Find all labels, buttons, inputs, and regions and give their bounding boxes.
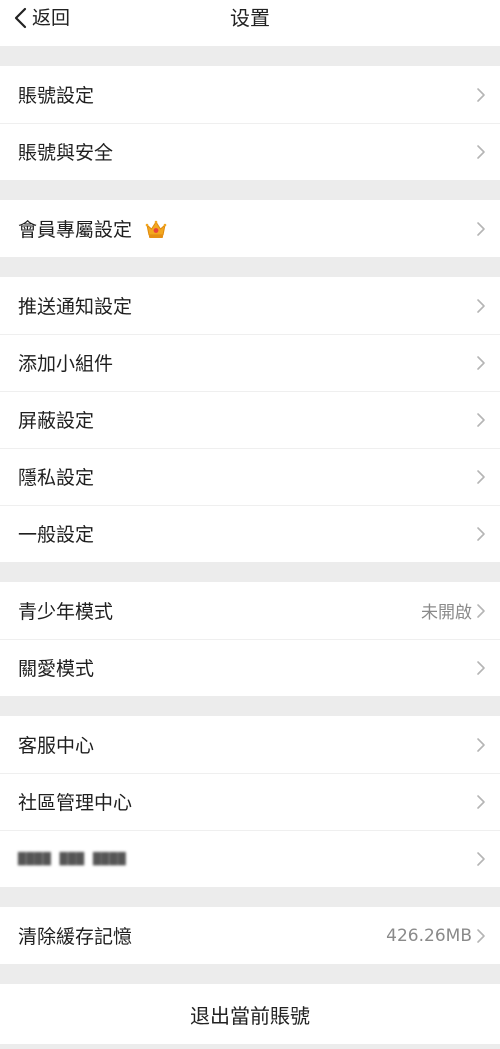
settings-item-general-settings[interactable]: 一般設定 [0,505,500,562]
settings-item-label: 客服中心 [18,735,95,757]
chevron-right-icon [476,851,486,867]
chevron-right-icon [476,144,486,160]
top-bar: 返回 设置 [0,0,500,46]
settings-item-privacy-settings[interactable]: 隱私設定 [0,448,500,505]
chevron-right-icon [476,737,486,753]
chevron-left-icon [12,6,30,30]
section-gap [0,887,500,907]
settings-group-general: 推送通知設定 添加小組件 屏蔽設定 隱私設定 一般設定 [0,277,500,562]
logout-button[interactable]: 退出當前賬號 [0,984,500,1044]
teen-mode-status: 未開啟 [421,603,472,623]
settings-item-community-management[interactable]: 社區管理中心 [0,773,500,830]
settings-group-support: 客服中心 社區管理中心 ▇▇▇▇ ▇▇▇ ▇▇▇▇ [0,716,500,887]
settings-item-care-mode[interactable]: 關愛模式 [0,639,500,696]
chevron-right-icon [476,928,486,944]
settings-item-label: 關愛模式 [18,658,95,680]
settings-group-membership: 會員專屬設定 [0,200,500,257]
settings-item-clear-cache[interactable]: 清除緩存記憶 426.26MB [0,907,500,964]
settings-item-account-security[interactable]: 賬號與安全 [0,123,500,180]
settings-item-account-settings[interactable]: 賬號設定 [0,66,500,123]
settings-item-label: 賬號與安全 [18,142,114,164]
settings-group-cache: 清除緩存記憶 426.26MB [0,907,500,964]
settings-item-add-widget[interactable]: 添加小組件 [0,334,500,391]
chevron-right-icon [476,221,486,237]
settings-item-label: 賬號設定 [18,85,95,107]
section-gap [0,562,500,582]
settings-item-teen-mode[interactable]: 青少年模式 未開啟 [0,582,500,639]
cache-size: 426.26MB [386,925,472,946]
chevron-right-icon [476,794,486,810]
chevron-right-icon [476,603,486,619]
settings-item-label: 屏蔽設定 [18,410,95,432]
chevron-right-icon [476,469,486,485]
settings-item-label: 隱私設定 [18,467,95,489]
settings-item-label: 一般設定 [18,524,95,546]
settings-item-customer-service[interactable]: 客服中心 [0,716,500,773]
settings-item-label: 青少年模式 [18,601,114,623]
section-gap [0,964,500,984]
chevron-right-icon [476,526,486,542]
settings-item-label: 添加小組件 [18,353,114,375]
chevron-right-icon [476,355,486,371]
section-gap [0,257,500,277]
chevron-right-icon [476,660,486,676]
settings-page: 返回 设置 賬號設定 賬號與安全 會員專屬設定 推送通知設定 添加小組件 屏蔽設… [0,0,500,1049]
settings-item-redacted[interactable]: ▇▇▇▇ ▇▇▇ ▇▇▇▇ [0,830,500,887]
section-gap [0,46,500,66]
settings-item-label: 社區管理中心 [18,792,133,814]
settings-item-label: 會員專屬設定 [18,219,133,241]
chevron-right-icon [476,412,486,428]
chevron-right-icon [476,87,486,103]
logout-label: 退出當前賬號 [190,1003,310,1028]
back-label: 返回 [32,7,71,29]
section-gap [0,696,500,716]
settings-item-label: 推送通知設定 [18,296,133,318]
settings-item-push-notifications[interactable]: 推送通知設定 [0,277,500,334]
section-gap [0,180,500,200]
settings-group-account: 賬號設定 賬號與安全 [0,66,500,180]
redacted-label: ▇▇▇▇ ▇▇▇ ▇▇▇▇ [18,851,127,866]
settings-item-label: 清除緩存記憶 [18,926,133,948]
back-button[interactable]: 返回 [12,2,70,34]
settings-item-member-settings[interactable]: 會員專屬設定 [0,200,500,257]
settings-item-block-settings[interactable]: 屏蔽設定 [0,391,500,448]
settings-group-modes: 青少年模式 未開啟 關愛模式 [0,582,500,696]
crown-icon [144,218,168,240]
chevron-right-icon [476,298,486,314]
page-title: 设置 [230,6,270,30]
